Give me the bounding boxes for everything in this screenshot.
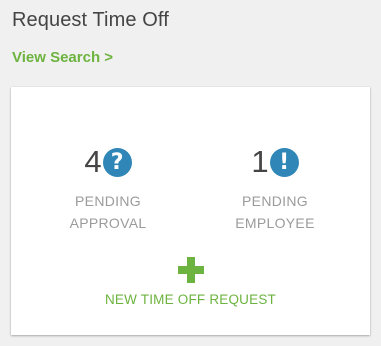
pending-employee-label-line1: PENDING (242, 193, 308, 209)
page-title: Request Time Off (12, 9, 169, 31)
pending-approval-label-line1: PENDING (75, 193, 141, 209)
pending-approval-count-row: 4 ? (28, 144, 188, 180)
pending-employee-label-line2: EMPLOYEE (235, 215, 315, 231)
time-off-summary-card: 4 ? PENDING APPROVAL 1 ! PENDING EMPLOYE… (11, 87, 370, 335)
pending-approval-label-line2: APPROVAL (69, 215, 147, 231)
pending-employee-count-row: 1 ! (195, 144, 355, 180)
plus-icon (177, 257, 204, 283)
pending-employee-stat[interactable]: 1 ! PENDING EMPLOYEE (195, 144, 355, 234)
new-time-off-request-label: NEW TIME OFF REQUEST (104, 292, 276, 307)
question-icon: ? (102, 147, 132, 177)
new-time-off-request-button[interactable]: NEW TIME OFF REQUEST (11, 257, 370, 307)
pending-employee-label: PENDING EMPLOYEE (195, 190, 355, 234)
pending-employee-count: 1 (251, 144, 269, 179)
view-search-link[interactable]: View Search > (12, 49, 113, 66)
pending-approval-label: PENDING APPROVAL (28, 190, 188, 234)
pending-approval-count: 4 (84, 144, 102, 179)
exclamation-icon: ! (269, 147, 299, 177)
pending-approval-stat[interactable]: 4 ? PENDING APPROVAL (28, 144, 188, 234)
